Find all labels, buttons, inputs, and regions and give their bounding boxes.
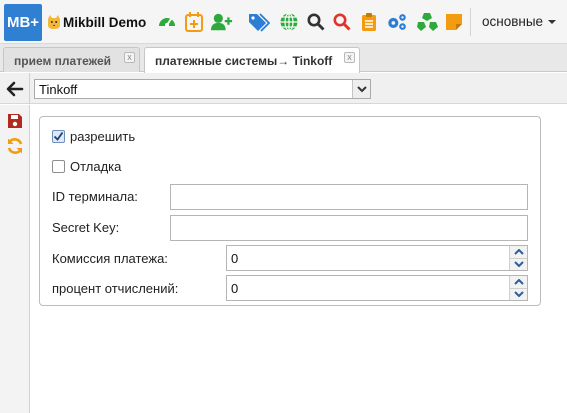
spin-up-icon[interactable] <box>509 276 527 289</box>
deduction-label: процент отчислений: <box>52 281 179 296</box>
clipboard-icon[interactable] <box>358 11 380 33</box>
main-menu-dropdown[interactable]: основные <box>482 14 557 29</box>
save-icon[interactable] <box>5 111 24 130</box>
tab-label: прием платежей <box>14 54 112 68</box>
commission-label: Комиссия платежа: <box>52 251 168 266</box>
spin-down-icon[interactable] <box>509 258 527 270</box>
debug-row: Отладка <box>52 159 121 174</box>
spin-down-icon[interactable] <box>509 288 527 300</box>
add-user-icon[interactable] <box>211 11 233 33</box>
side-action-bar <box>0 105 30 413</box>
enable-row: разрешить <box>52 129 135 144</box>
terminal-id-label: ID терминала: <box>52 189 138 204</box>
caret-down-icon <box>548 19 557 24</box>
app-brand[interactable]: Mikbill Demo <box>46 14 146 30</box>
payment-settings-form: разрешить Отладка ID терминала: Secret K… <box>39 116 541 306</box>
back-arrow-icon[interactable] <box>6 80 24 98</box>
dashboard-icon[interactable] <box>156 11 178 33</box>
globe-icon[interactable] <box>278 11 300 33</box>
cubes-icon[interactable] <box>417 11 439 33</box>
payment-system-select[interactable]: Tinkoff <box>34 79 371 99</box>
enable-checkbox[interactable] <box>52 130 65 143</box>
selector-row: Tinkoff <box>0 73 567 104</box>
commission-field[interactable]: 0 <box>226 245 528 271</box>
chevron-down-icon[interactable] <box>352 80 370 98</box>
close-icon[interactable]: x <box>344 52 355 63</box>
secret-key-label: Secret Key: <box>52 220 120 235</box>
refresh-icon[interactable] <box>5 136 24 155</box>
enable-label: разрешить <box>70 129 136 144</box>
secret-key-field[interactable] <box>170 215 528 241</box>
debug-checkbox[interactable] <box>52 160 65 173</box>
toolbar-separator <box>470 8 471 36</box>
cat-icon <box>48 15 60 29</box>
vertical-divider <box>29 73 30 104</box>
tab-bar: прием платежей x платежные системы→ Tink… <box>0 44 567 73</box>
close-icon[interactable]: x <box>124 52 135 63</box>
app-title: Mikbill Demo <box>63 14 147 30</box>
main-menu-label: основные <box>482 14 544 29</box>
payment-system-value: Tinkoff <box>39 82 78 97</box>
cogs-icon[interactable] <box>386 11 408 33</box>
tab-payment-systems-tinkoff[interactable]: платежные системы→ Tinkoff x <box>144 47 360 73</box>
search-icon[interactable] <box>305 11 327 33</box>
debug-label: Отладка <box>70 159 122 174</box>
deduction-spinner <box>509 276 527 300</box>
checkmark-icon <box>53 131 64 141</box>
spin-up-icon[interactable] <box>509 246 527 259</box>
top-toolbar: MB+ Mikbill Demo основные <box>0 0 567 44</box>
tab-label: платежные системы→ Tinkoff <box>155 54 333 68</box>
calendar-icon[interactable] <box>183 11 205 33</box>
tags-icon[interactable] <box>248 11 270 33</box>
tab-payments-receive[interactable]: прием платежей x <box>3 47 140 72</box>
commission-spinner <box>509 246 527 270</box>
deduction-field[interactable]: 0 <box>226 275 528 301</box>
terminal-id-field[interactable] <box>170 184 528 210</box>
commission-value: 0 <box>231 251 239 266</box>
search-red-icon[interactable] <box>331 11 353 33</box>
app-logo[interactable]: MB+ <box>4 4 42 41</box>
deduction-value: 0 <box>231 281 239 296</box>
note-icon[interactable] <box>443 11 465 33</box>
